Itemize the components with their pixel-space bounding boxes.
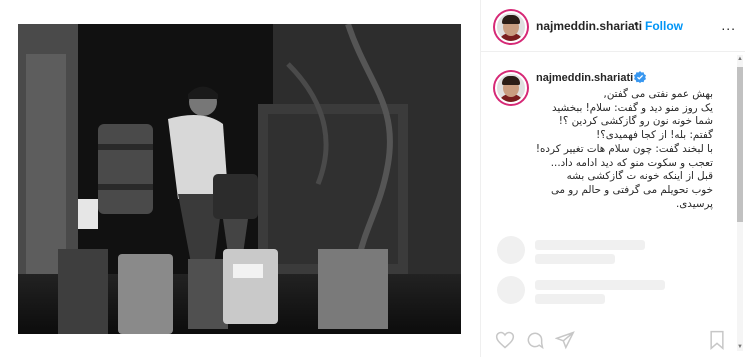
comments-scrollbar[interactable] [737,55,743,351]
caption-line: پرسیدی. [675,197,713,210]
verified-badge-icon [634,71,646,83]
caption-line: بهش عمو نفتی می گفتن, [603,88,713,100]
post-photo[interactable] [18,24,461,334]
post-actions [495,330,731,352]
header-username[interactable]: najmeddin.shariati [536,19,642,33]
bookmark-icon[interactable] [707,330,727,350]
scroll-down-icon[interactable]: ▼ [737,344,743,350]
caption-line: قبل از اینکه خونه ت گازکشی بشه [566,170,713,183]
skeleton-line [535,294,605,304]
post-sidebar: najmeddin.shariati • Follow ... najmeddi… [480,0,745,357]
follow-button[interactable]: Follow [645,19,683,33]
caption-line: خوب تحویلم می گرفتی و حالم رو می [550,183,713,196]
share-icon[interactable] [555,330,575,350]
skeleton-avatar [497,276,525,304]
skeleton-line [535,254,615,264]
photo-pane [0,0,480,357]
caption-line: گفتم: بله! از کجا فهمیدی؟! [596,129,713,142]
scroll-up-icon[interactable]: ▲ [737,56,743,62]
caption-line: تعجب و سکوت منو که دید ادامه داد... [550,156,713,169]
heart-icon[interactable] [495,330,515,350]
skeleton-line [535,240,645,250]
caption-username[interactable]: najmeddin.shariati [536,72,633,84]
scrollbar-thumb[interactable] [737,67,743,222]
caption-line: با لبخند گفت: چون سلام هات تغییر کرده! [535,142,713,155]
caption-line: یک روز منو دید و گفت: سلام! ببخشید [552,101,713,114]
skeleton-line [535,280,665,290]
comment-icon[interactable] [525,330,545,350]
separator-dot: • [634,17,639,31]
caption-text: بهش عمو نفتی می گفتن, یک روز منو دید و گ… [535,88,713,211]
avatar[interactable] [495,11,527,43]
caption-line: شما خونه نون رو گازکشی کردین ؟! [558,115,713,128]
more-options-icon[interactable]: ... [721,17,736,33]
post-modal: najmeddin.shariati • Follow ... najmeddi… [0,0,745,357]
caption-avatar[interactable] [495,72,527,104]
post-photo-image [18,24,461,334]
post-header: najmeddin.shariati • Follow ... [481,0,745,52]
skeleton-avatar [497,236,525,264]
